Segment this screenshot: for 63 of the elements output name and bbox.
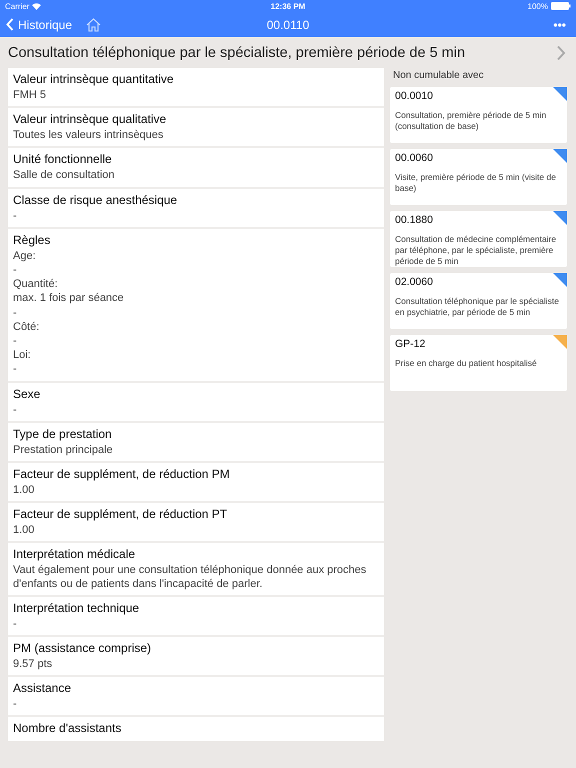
- field-value: -: [13, 363, 18, 377]
- field-value: Age:: [13, 250, 37, 264]
- field-value: -: [13, 698, 18, 712]
- card-code: 00.0060: [395, 152, 434, 164]
- code-card[interactable]: GP-12 Prise en charge du patient hospitalisé: [390, 335, 567, 391]
- back-button[interactable]: Historique: [6, 18, 72, 32]
- battery-label: 100%: [528, 2, 548, 10]
- field-value: Loi:: [13, 349, 32, 362]
- more-button[interactable]: •••: [549, 18, 570, 32]
- card-description: Visite, première période de 5 min (visite de base): [395, 172, 557, 194]
- carrier-label: Carrier: [5, 2, 30, 10]
- field-value: -: [13, 335, 18, 348]
- field-value: -: [13, 404, 18, 417]
- field-value: Salle de consultation: [13, 169, 116, 183]
- wifi-icon: [32, 2, 42, 10]
- field-label: Unité fonctionnelle: [13, 151, 113, 168]
- card-description: Prise en charge du patient hospitalisé: [395, 358, 538, 369]
- field-label: Assistance: [13, 680, 72, 698]
- chevron-left-icon: [6, 18, 14, 31]
- field-value: 9.57 pts: [13, 658, 54, 672]
- field-label: Valeur intrinsèque quantitative: [13, 71, 175, 88]
- card-code: GP-12: [395, 338, 426, 350]
- field-value: Quantité:: [13, 278, 59, 292]
- field-value: -: [13, 618, 18, 632]
- field-value: Vaut également pour une consultation téléphonique donnée aux proches d'enfants ou de patients dans l'incapacité de parler.: [13, 564, 368, 591]
- code-card[interactable]: 00.0010 Consultation, première période de 5 min (consultation de base): [390, 87, 567, 143]
- section-title: Non cumulable avec: [393, 70, 485, 81]
- field-value: Prestation principale: [13, 444, 114, 458]
- card-code: 02.0060: [395, 276, 434, 288]
- card-description: Consultation, première période de 5 min (consultation de base): [395, 110, 548, 132]
- field-label: Règles: [13, 232, 52, 249]
- field-label: Type de prestation: [13, 426, 113, 443]
- field-label: Classe de risque anesthésique: [13, 192, 178, 209]
- card-code: 00.0010: [395, 90, 434, 102]
- field-label: Nombre d'assistants: [13, 720, 122, 738]
- page-heading: Consultation téléphonique par le spécialiste, première période de 5 min: [8, 44, 466, 60]
- field-value: 1.00: [13, 484, 36, 498]
- field-value: max. 1 fois par séance: [13, 292, 125, 306]
- field-label: PM (assistance comprise): [13, 640, 152, 658]
- field-value: FMH 5: [13, 89, 47, 102]
- field-value: -: [13, 264, 18, 278]
- code-card[interactable]: 02.0060 Consultation téléphonique par le spécialiste en psychiatrie, par période de 5 min: [390, 273, 567, 329]
- field-label: Facteur de supplément, de réduction PM: [13, 466, 231, 484]
- field-label: Facteur de supplément, de réduction PT: [13, 506, 228, 524]
- card-code: 00.1880: [395, 214, 434, 226]
- field-value: -: [13, 306, 18, 320]
- field-label: Interprétation médicale: [13, 546, 136, 564]
- chevron-right-icon[interactable]: [556, 44, 566, 60]
- home-icon[interactable]: [86, 18, 102, 32]
- card-description: Consultation de médecine complémentaire par téléphone, par le spécialiste, première période de 5 min: [395, 234, 558, 267]
- field-label: Interprétation technique: [13, 600, 140, 617]
- field-value: Toutes les valeurs intrinsèques: [13, 129, 164, 142]
- card-description: Consultation téléphonique par le spécialiste en psychiatrie, par période de 5 min: [395, 296, 560, 318]
- code-card[interactable]: 00.0060 Visite, première période de 5 min (visite de base): [390, 149, 567, 205]
- field-label: Valeur intrinsèque qualitative: [13, 111, 168, 128]
- field-label: Sexe: [13, 386, 42, 403]
- code-card[interactable]: 00.1880 Consultation de médecine complémentaire par téléphone, par le spécialiste, première période de 5 min: [390, 211, 567, 267]
- status-time: 12:36 PM: [270, 2, 306, 10]
- field-value: Côté:: [13, 320, 40, 334]
- field-value: -: [13, 210, 18, 223]
- field-value: 1.00: [13, 524, 36, 538]
- nav-title: 00.0110: [266, 18, 310, 32]
- battery-icon: [551, 2, 571, 10]
